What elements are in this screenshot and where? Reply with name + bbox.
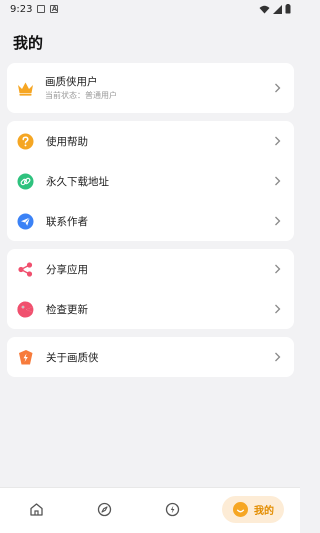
compass-icon — [97, 502, 111, 516]
nav-discover-tab[interactable] — [95, 500, 113, 518]
status-right — [259, 4, 291, 14]
status-bar: 9:23 A — [0, 0, 300, 18]
crown-icon — [17, 80, 34, 97]
menu-item-share[interactable]: 分享应用 — [7, 249, 294, 289]
page-title: 我的 — [13, 34, 44, 52]
menu-group-share: 分享应用 检查更新 — [7, 249, 294, 329]
nav-home-tab[interactable] — [27, 500, 45, 518]
menu-item-label: 使用帮助 — [46, 135, 88, 148]
menu-item-label: 永久下载地址 — [46, 175, 109, 188]
nav-mine-tab[interactable]: 我的 — [222, 496, 284, 523]
menu-item-label: 联系作者 — [46, 215, 88, 228]
chevron-right-icon — [275, 176, 281, 186]
menu-group-help: 使用帮助 永久下载地址 联系作者 — [7, 121, 294, 241]
menu-item-label: 关于画质侠 — [46, 351, 99, 364]
menu-item-about[interactable]: 关于画质侠 — [7, 337, 294, 377]
vip-row[interactable]: 画质侠用户 当前状态：普通用户 — [7, 63, 294, 113]
bottom-nav: 我的 — [0, 487, 300, 533]
menu-item-label: 检查更新 — [46, 303, 88, 316]
about-icon — [17, 349, 34, 366]
menu-item-label: 分享应用 — [46, 263, 88, 276]
share-icon — [17, 261, 34, 278]
menu-group-about: 关于画质侠 — [7, 337, 294, 377]
help-icon — [17, 133, 34, 150]
image-notification-icon — [37, 5, 46, 13]
chevron-right-icon — [275, 304, 281, 314]
smile-icon — [233, 502, 248, 517]
chevron-right-icon — [275, 136, 281, 146]
nav-boost-tab[interactable] — [163, 500, 181, 518]
home-icon — [29, 502, 43, 516]
battery-icon — [285, 4, 291, 14]
status-time: 9:23 — [10, 3, 33, 15]
a-notification-icon: A — [50, 5, 59, 13]
chevron-right-icon — [275, 264, 281, 274]
menu-item-download[interactable]: 永久下载地址 — [7, 161, 294, 201]
chevron-right-icon — [275, 83, 281, 93]
status-left: 9:23 A — [10, 3, 59, 15]
wifi-icon — [259, 5, 270, 13]
vip-status: 当前状态：普通用户 — [45, 91, 117, 100]
menu-item-update[interactable]: 检查更新 — [7, 289, 294, 329]
vip-card[interactable]: 画质侠用户 当前状态：普通用户 — [7, 63, 294, 113]
signal-icon — [273, 4, 282, 14]
vip-title: 画质侠用户 — [45, 76, 98, 88]
update-icon — [17, 300, 34, 318]
nav-mine-label: 我的 — [254, 506, 274, 517]
link-icon — [17, 173, 34, 190]
chevron-right-icon — [275, 352, 281, 362]
send-icon — [17, 213, 34, 230]
bolt-icon — [165, 502, 179, 516]
menu-item-contact[interactable]: 联系作者 — [7, 201, 294, 241]
chevron-right-icon — [275, 216, 281, 226]
menu-item-help[interactable]: 使用帮助 — [7, 121, 294, 161]
